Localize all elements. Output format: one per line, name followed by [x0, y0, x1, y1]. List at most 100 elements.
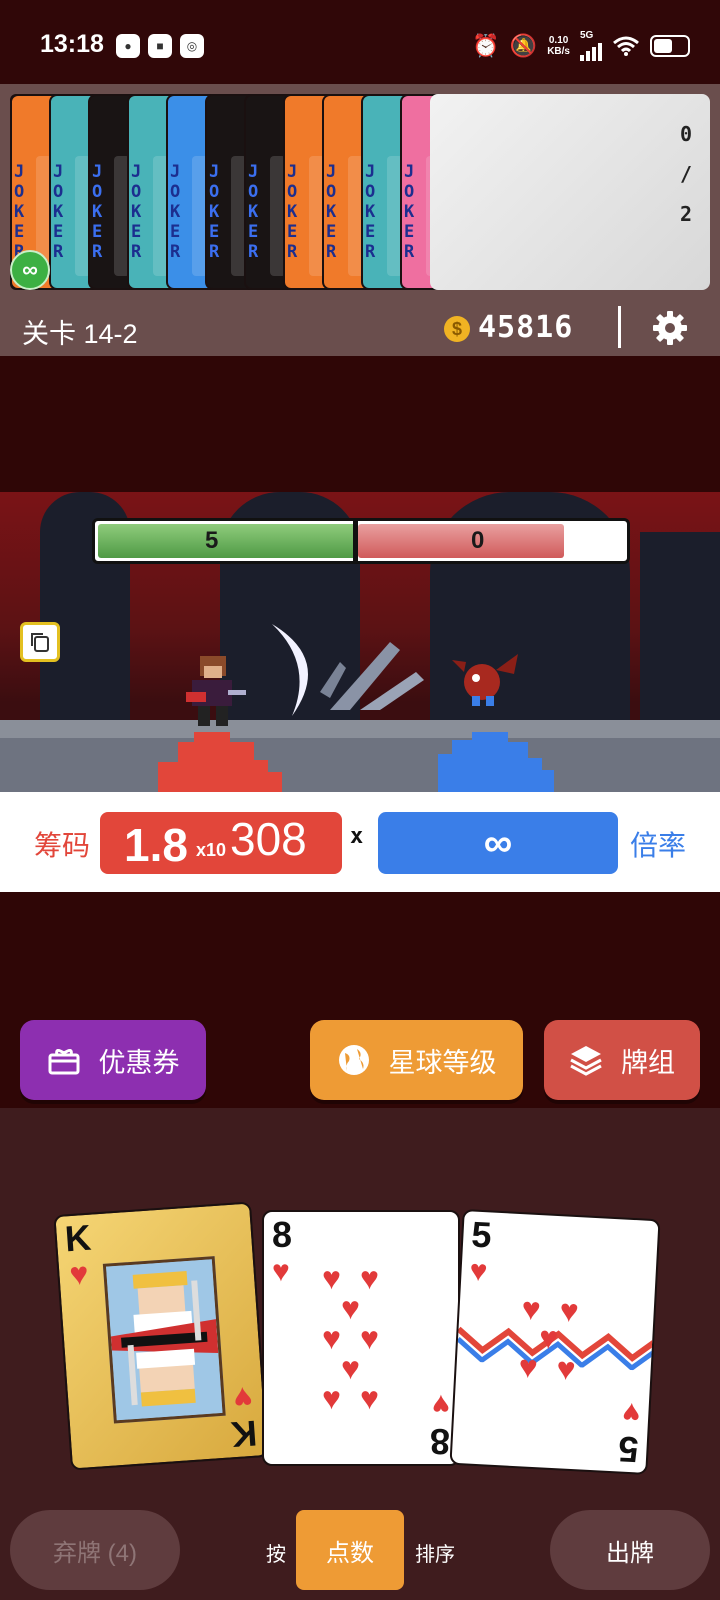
status-bar: 13:18 ● ■ ◎ ⏰ 🔕 0.10 KB/s 5G [0, 0, 720, 84]
app-notification-icon: ■ [148, 34, 172, 58]
score-row: 筹码 1.8 x10 308 x ∞ 倍率 [0, 792, 720, 892]
mult-box: ∞ [378, 812, 618, 874]
heart-pip: ♥ [360, 1380, 379, 1416]
layers-icon [570, 1046, 602, 1076]
joker-card-text: JOKER [131, 162, 142, 262]
multiply-sign: x [350, 824, 364, 849]
heart-icon: ♥ [68, 1254, 90, 1293]
heart-pip: ♥ [360, 1260, 379, 1296]
heart-pip: ♥ [538, 1319, 560, 1357]
signal-icon [580, 41, 602, 61]
enemy-creature [452, 654, 518, 706]
net-speed-unit: KB/s [547, 45, 570, 57]
heart-pip: ♥ [322, 1380, 341, 1416]
heart-pip: ♥ [360, 1320, 379, 1356]
joker-card-text: JOKER [170, 162, 181, 262]
deck-button[interactable]: 牌组 [544, 1020, 700, 1100]
king-portrait [106, 1259, 223, 1421]
spacer-band [0, 356, 720, 492]
coupon-button[interactable]: 优惠券 [20, 1020, 206, 1100]
heart-pip: ♥ [322, 1320, 341, 1356]
system-indicators: ⏰ 🔕 0.10 KB/s 5G [472, 30, 690, 61]
header-divider [618, 306, 621, 348]
heart-pip: ♥ [555, 1350, 577, 1388]
coin-amount: 45816 [478, 310, 574, 345]
chips-exponent: 308 [230, 813, 307, 865]
consumable-slot[interactable]: 0 / 2 [430, 94, 710, 290]
mute-icon: 🔕 [509, 32, 538, 58]
chips-x10: x10 [196, 840, 227, 860]
discard-button[interactable]: 弃牌 (4) [10, 1510, 180, 1590]
net-speed: 0.10 KB/s [547, 35, 570, 57]
joker-card-text: JOKER [287, 162, 298, 262]
sort-prefix-label: 按 [266, 1544, 286, 1566]
card-rank: 5 [470, 1213, 493, 1256]
heart-icon: ♥ [468, 1254, 489, 1289]
joker-card-text: JOKER [365, 162, 376, 262]
player-hp-fill [98, 524, 356, 558]
notification-icons: ● ■ ◎ [116, 34, 204, 58]
coin-icon: $ [444, 316, 470, 342]
heart-pip: ♥ [520, 1290, 542, 1328]
enemy-hp-value: 0 [471, 527, 485, 554]
heart-icon: ♥ [621, 1395, 642, 1430]
joker-card-text: JOKER [404, 162, 415, 262]
gift-icon [48, 1048, 79, 1075]
heart-pip: ♥ [341, 1350, 360, 1386]
joker-card-text: JOKER [92, 162, 103, 262]
chips-label: 筹码 [34, 830, 91, 861]
status-time: 13:18 [40, 30, 104, 58]
card-rank-bottom: 5 [617, 1428, 640, 1471]
joker-card-text: JOKER [248, 162, 259, 262]
copy-button[interactable] [20, 622, 60, 662]
mult-label: 倍率 [630, 830, 687, 861]
chips-box: 1.8 x10 308 [100, 812, 342, 874]
alarm-icon: ⏰ [472, 32, 500, 58]
heart-pip: ♥ [558, 1292, 580, 1330]
play-hand-button[interactable]: 出牌 [550, 1510, 710, 1590]
battle-scene: 5 0 [0, 492, 720, 792]
level-label: 关卡 14-2 [22, 319, 138, 349]
net-speed-value: 0.10 [548, 34, 569, 46]
hp-bar: 5 0 [92, 518, 630, 564]
copy-icon [31, 633, 49, 652]
globe-icon [338, 1045, 369, 1075]
heart-icon: ♥ [272, 1255, 290, 1288]
wifi-icon [613, 36, 639, 56]
app-notification-icon: ● [116, 34, 140, 58]
slot-counter-char: 0 [679, 122, 693, 146]
sort-suffix-button[interactable]: 排序 [415, 1538, 455, 1567]
sort-by-rank-button[interactable]: 点数 [296, 1510, 404, 1590]
settings-gear-icon[interactable] [652, 310, 688, 346]
mult-value: ∞ [483, 821, 513, 865]
rock-spikes [320, 642, 424, 710]
app-notification-icon: ◎ [180, 34, 204, 58]
card-rank-bottom: 8 [429, 1421, 450, 1462]
infinity-badge: ∞ [10, 250, 50, 290]
slot-counter: 0 / 2 [676, 114, 696, 234]
joker-card-text: JOKER [53, 162, 64, 262]
player-hp-value: 5 [205, 527, 219, 554]
joker-card-text: JOKER [326, 162, 337, 262]
heart-icon: ♥ [232, 1379, 254, 1418]
coupon-label: 优惠券 [98, 1047, 180, 1078]
joker-card-text: JOKER [14, 162, 25, 262]
slot-counter-char: 2 [679, 202, 693, 226]
deck-label: 牌组 [621, 1047, 675, 1078]
heart-pip: ♥ [322, 1260, 341, 1296]
chips-pixel-pile [158, 732, 282, 792]
joker-card-text: JOKER [209, 162, 220, 262]
slot-counter-char: / [679, 162, 693, 186]
hand-card-king-hearts[interactable]: K ♥ ♥ K [53, 1201, 269, 1471]
hand-card-5-hearts[interactable]: 5 ♥ ♥ ♥ ♥ ♥ ♥ ♥ 5 [449, 1208, 661, 1476]
planet-level-button[interactable]: 星球等级 [310, 1020, 523, 1100]
heart-icon: ♥ [432, 1388, 450, 1421]
ground [0, 720, 720, 792]
card-rank: 8 [272, 1214, 293, 1255]
heart-pip: ♥ [341, 1290, 360, 1326]
card-rank-bottom: K [229, 1412, 259, 1456]
enemy-hp-fill [358, 524, 565, 558]
hand-card-8-hearts[interactable]: 8 ♥ ♥ ♥ ♥ ♥ ♥ ♥ ♥ ♥ ♥ 8 [262, 1210, 460, 1466]
mult-pixel-pile [438, 732, 554, 792]
chips-mantissa: 1.8 [124, 819, 188, 871]
